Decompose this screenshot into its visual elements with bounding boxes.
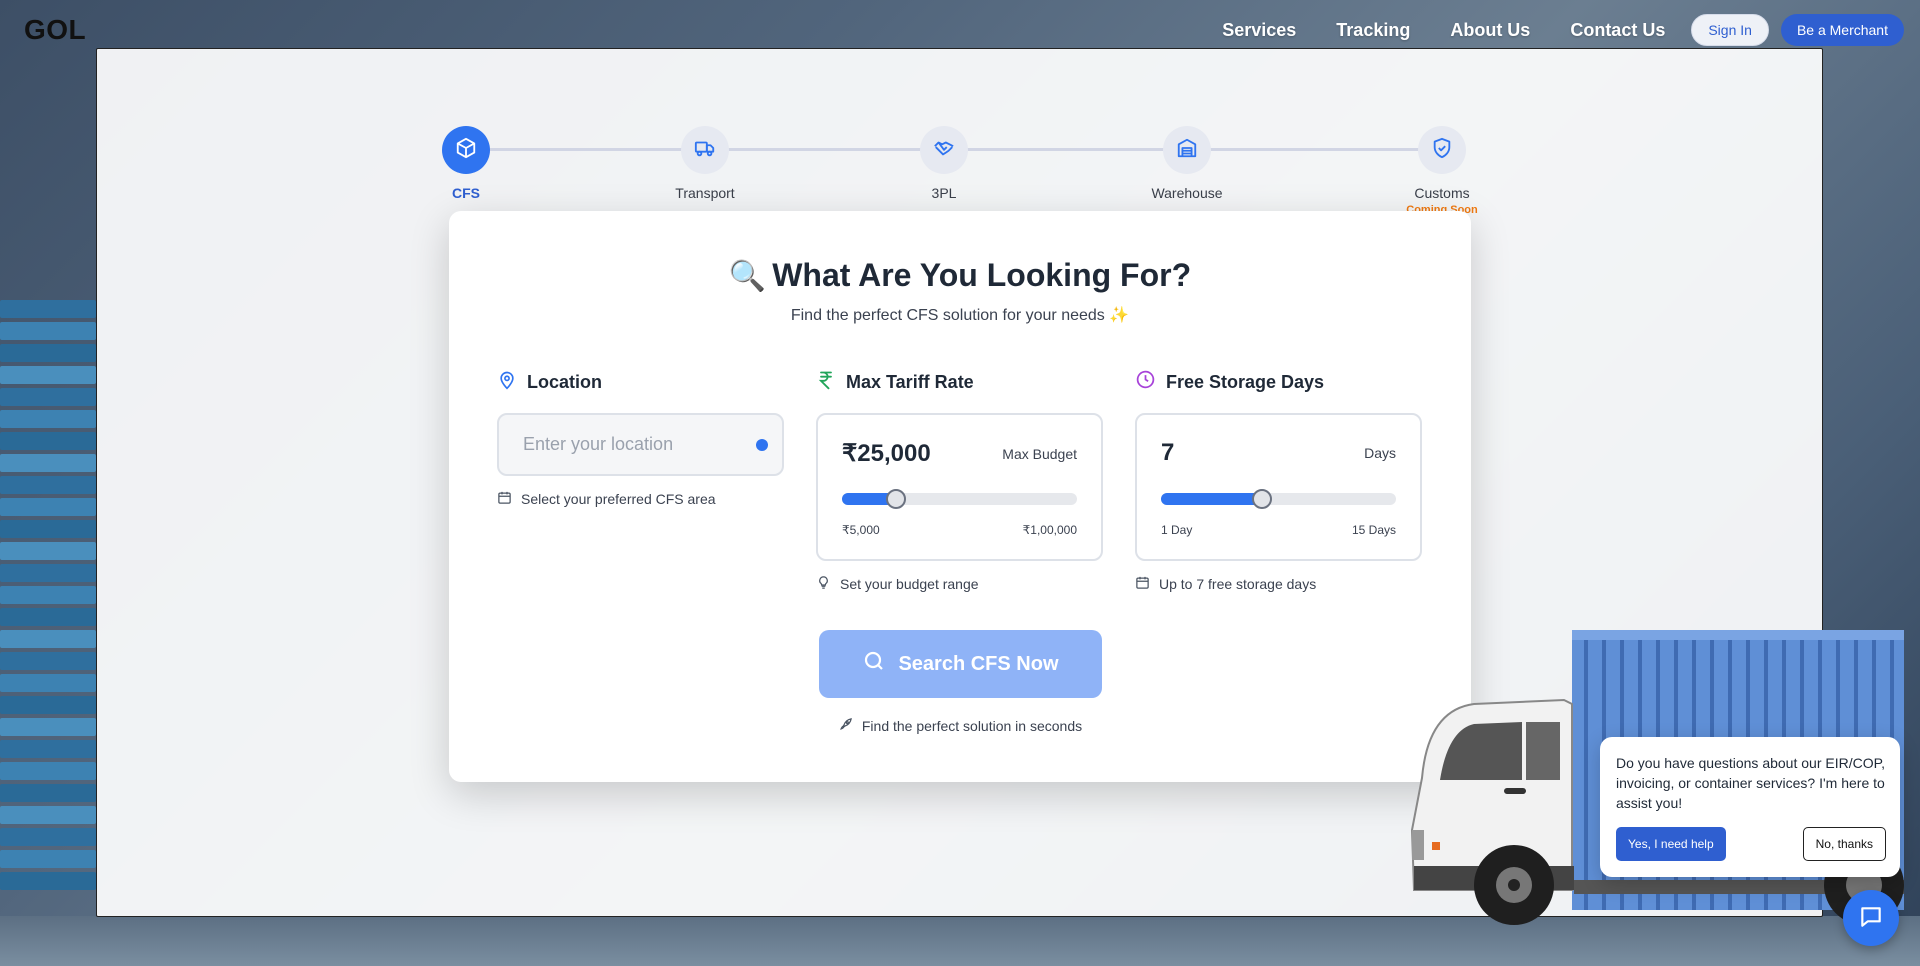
chat-no-button[interactable]: No, thanks: [1802, 827, 1886, 861]
lightbulb-icon: [816, 575, 840, 593]
nav-contact-us[interactable]: Contact Us: [1570, 20, 1665, 41]
magnifier-emoji: 🔍: [728, 260, 767, 293]
calendar-icon: [497, 490, 521, 508]
location-input-wrapper: [497, 413, 784, 476]
tariff-slider[interactable]: [842, 489, 1077, 509]
clock-icon: [1135, 369, 1166, 395]
truck-icon: [694, 137, 716, 164]
tariff-slider-thumb[interactable]: [886, 489, 907, 509]
step-customs[interactable]: Customs Coming Soon: [1382, 126, 1502, 216]
be-a-merchant-button[interactable]: Be a Merchant: [1780, 14, 1904, 46]
step-label-warehouse: Warehouse: [1151, 185, 1223, 201]
search-hint: Find the perfect solution in seconds: [449, 717, 1471, 735]
nav-tracking[interactable]: Tracking: [1336, 20, 1410, 41]
tariff-unit: Max Budget: [1002, 445, 1077, 462]
logo[interactable]: GOL: [24, 14, 86, 46]
search-card: 🔍 What Are You Looking For? Find the perf…: [449, 211, 1471, 782]
tariff-range-box: ₹25,000 Max Budget ₹5,000 ₹1,00,000: [816, 413, 1103, 561]
step-circle-customs[interactable]: [1418, 126, 1466, 174]
sign-in-button[interactable]: Sign In: [1691, 14, 1769, 46]
chat-popup: Do you have questions about our EIR/COP,…: [1600, 737, 1900, 877]
step-label-customs: Customs: [1414, 185, 1470, 201]
location-column: Location Select your preferred CFS area: [497, 369, 784, 508]
card-title-text: What Are You Looking For?: [772, 257, 1192, 293]
step-warehouse[interactable]: Warehouse: [1127, 126, 1247, 201]
tariff-hint: Set your budget range: [816, 575, 1103, 593]
storage-unit: Days: [1364, 445, 1396, 461]
tariff-value: ₹25,000: [842, 440, 931, 467]
location-hint: Select your preferred CFS area: [497, 490, 784, 508]
step-circle-transport[interactable]: [681, 126, 729, 174]
tariff-min: ₹5,000: [842, 523, 880, 537]
storage-range-header: 7 Days: [1161, 439, 1396, 467]
location-heading: Location: [497, 369, 784, 395]
storage-range-ends: 1 Day 15 Days: [1161, 523, 1396, 537]
search-hint-text: Find the perfect solution in seconds: [861, 718, 1083, 734]
location-input[interactable]: [499, 415, 739, 474]
search-icon: [862, 649, 898, 679]
handshake-icon: [933, 137, 955, 164]
chat-icon: [1858, 904, 1884, 933]
step-3pl[interactable]: 3PL: [884, 126, 1004, 201]
step-circle-warehouse[interactable]: [1163, 126, 1211, 174]
map-pin-icon: [497, 369, 527, 396]
shield-check-icon: [1431, 137, 1453, 164]
step-label-transport: Transport: [675, 185, 735, 201]
storage-heading: Free Storage Days: [1135, 369, 1422, 395]
tariff-heading: Max Tariff Rate: [816, 369, 1103, 395]
nav-about-us[interactable]: About Us: [1450, 20, 1530, 41]
storage-hint: Up to 7 free storage days: [1135, 575, 1422, 593]
tariff-hint-text: Set your budget range: [840, 576, 979, 592]
storage-range-box: 7 Days 1 Day 15 Days: [1135, 413, 1422, 561]
step-label-cfs: CFS: [452, 185, 480, 201]
storage-column: Free Storage Days 7 Days 1 Day 15 Days U…: [1135, 369, 1422, 593]
step-label-3pl: 3PL: [931, 185, 957, 201]
storage-hint-text: Up to 7 free storage days: [1159, 576, 1317, 592]
storage-label: Free Storage Days: [1166, 371, 1325, 392]
storage-max: 15 Days: [1351, 523, 1396, 537]
storage-slider-thumb[interactable]: [1252, 489, 1273, 509]
card-title: 🔍 What Are You Looking For?: [449, 257, 1471, 294]
chat-message: Do you have questions about our EIR/COP,…: [1616, 755, 1886, 811]
location-label: Location: [527, 371, 602, 392]
search-button-label: Search CFS Now: [898, 652, 1059, 675]
warehouse-icon: [1176, 137, 1198, 164]
storage-slider-fill: [1161, 493, 1263, 505]
storage-slider[interactable]: [1161, 489, 1396, 509]
storage-value: 7: [1161, 439, 1175, 466]
step-cfs[interactable]: CFS: [406, 126, 526, 201]
calendar-icon: [1135, 575, 1159, 593]
location-hint-text: Select your preferred CFS area: [521, 491, 716, 507]
nav-services[interactable]: Services: [1222, 20, 1296, 41]
rupee-icon: [816, 369, 846, 396]
storage-min: 1 Day: [1161, 523, 1193, 537]
chat-yes-button[interactable]: Yes, I need help: [1616, 827, 1726, 861]
card-subtitle: Find the perfect CFS solution for your n…: [790, 307, 1130, 324]
box-icon: [455, 137, 477, 164]
tariff-max: ₹1,00,000: [1022, 523, 1077, 537]
tariff-range-header: ₹25,000 Max Budget: [842, 439, 1077, 468]
search-cfs-button[interactable]: Search CFS Now: [819, 630, 1102, 698]
container-stack: [0, 300, 96, 894]
step-circle-3pl[interactable]: [920, 126, 968, 174]
step-transport[interactable]: Transport: [645, 126, 765, 201]
location-status-dot: [756, 439, 768, 451]
step-circle-cfs[interactable]: [442, 126, 490, 174]
rocket-icon: [838, 717, 862, 735]
tariff-column: Max Tariff Rate ₹25,000 Max Budget ₹5,00…: [816, 369, 1103, 593]
chat-open-button[interactable]: [1843, 890, 1899, 946]
tariff-range-ends: ₹5,000 ₹1,00,000: [842, 523, 1077, 537]
tariff-label: Max Tariff Rate: [846, 371, 974, 392]
